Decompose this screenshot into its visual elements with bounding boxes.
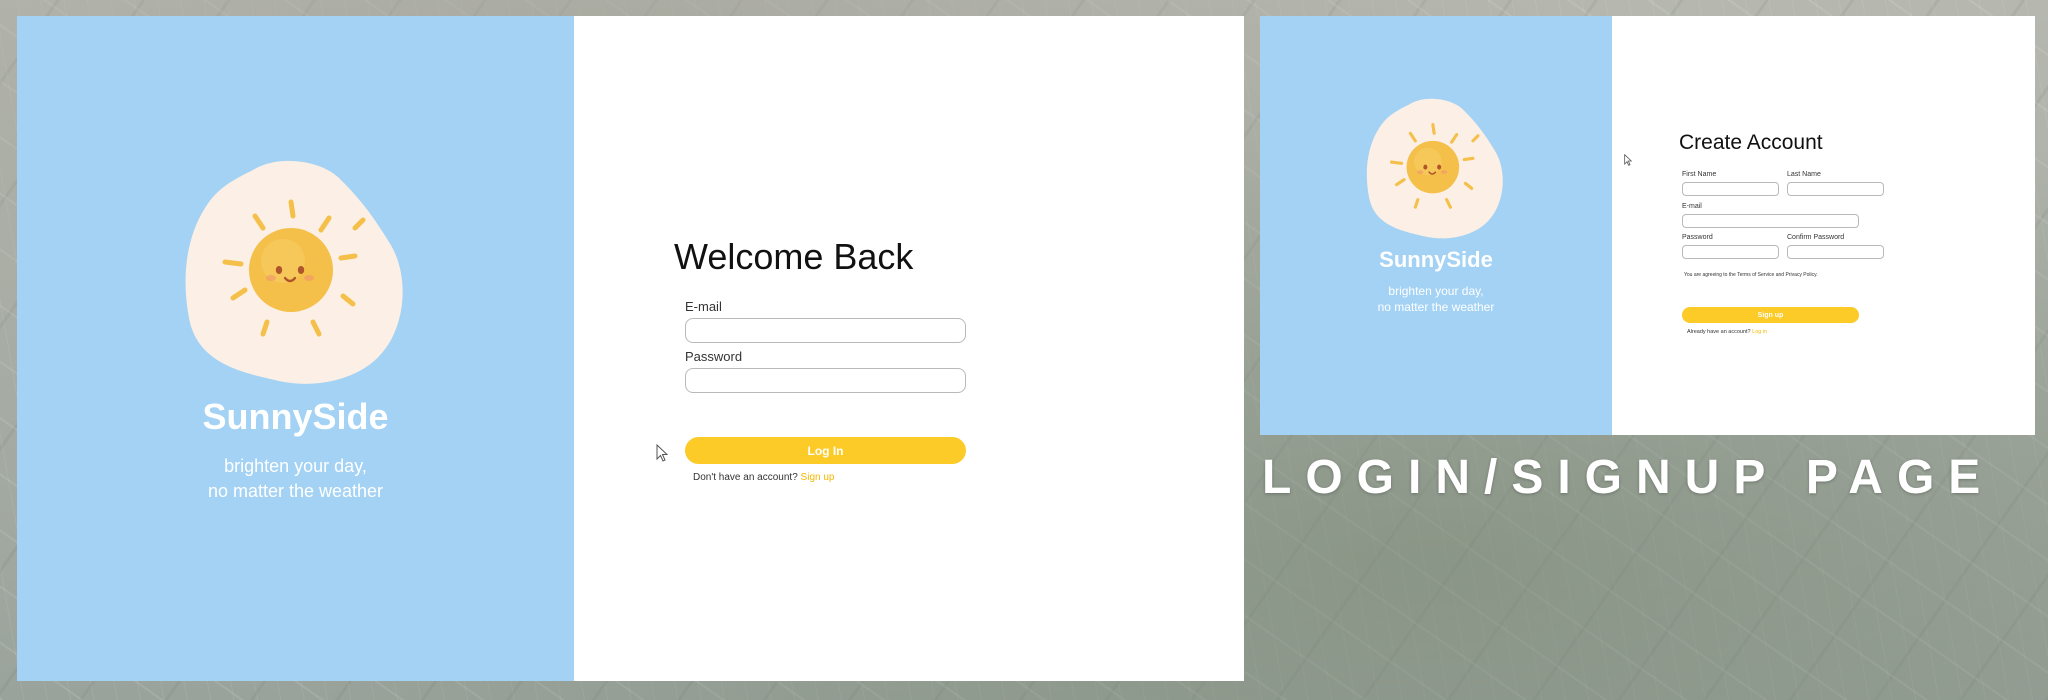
signup-password-label: Password <box>1682 234 1713 241</box>
signup-prompt-text: Don't have an account? <box>693 472 798 483</box>
page-caption: LOGIN/SIGNUP PAGE <box>1262 451 1995 504</box>
login-link[interactable]: Log in <box>1752 329 1767 335</box>
brand-name: SunnySide <box>202 395 389 437</box>
tagline-line-1: brighten your day, <box>224 455 367 476</box>
login-form-panel: Welcome Back E-mail Password Log In Don'… <box>574 16 1244 681</box>
first-name-input[interactable] <box>1682 182 1779 196</box>
brand-name-small: SunnySide <box>1379 246 1493 272</box>
signup-screen: SunnySide brighten your day, no matter t… <box>1260 16 2035 435</box>
sunny-egg-logo-small <box>1366 98 1503 238</box>
tagline-small: brighten your day, no matter the weather <box>1378 283 1495 315</box>
signup-prompt: Don't have an account? Sign up <box>693 472 834 483</box>
email-input[interactable] <box>685 318 966 343</box>
brand-panel: SunnySide brighten your day, no matter t… <box>17 16 574 681</box>
login-button[interactable]: Log In <box>685 437 966 464</box>
confirm-password-input[interactable] <box>1787 245 1884 259</box>
tagline-small-line-2: no matter the weather <box>1377 299 1495 314</box>
signup-email-label: E-mail <box>1682 203 1702 210</box>
email-label: E-mail <box>685 299 722 314</box>
last-name-input[interactable] <box>1787 182 1884 196</box>
brand-panel-small: SunnySide brighten your day, no matter t… <box>1260 16 1612 435</box>
mouse-cursor-icon <box>656 444 668 462</box>
first-name-label: First Name <box>1682 171 1717 178</box>
tagline-small-line-1: brighten your day, <box>1388 283 1484 298</box>
signup-link[interactable]: Sign up <box>801 472 835 483</box>
password-input[interactable] <box>685 368 966 393</box>
signup-email-input[interactable] <box>1682 214 1859 228</box>
login-screen: SunnySide brighten your day, no matter t… <box>17 16 1244 681</box>
password-label: Password <box>685 349 743 364</box>
signup-title: Create Account <box>1679 131 1823 154</box>
confirm-password-label: Confirm Password <box>1787 234 1845 241</box>
terms-text: You are agreeing to the Terms of Service… <box>1684 272 1818 278</box>
mouse-cursor-icon-small <box>1624 154 1632 166</box>
signup-form-panel: Create Account First Name Last Name E-ma… <box>1612 16 2035 435</box>
login-prompt-text: Already have an account? <box>1687 329 1751 335</box>
signup-password-input[interactable] <box>1682 245 1779 259</box>
tagline-line-2: no matter the weather <box>207 480 384 501</box>
tagline: brighten your day, no matter the weather <box>208 454 383 504</box>
signup-button[interactable]: Sign up <box>1682 307 1859 323</box>
login-prompt: Already have an account? Log in <box>1687 329 1767 335</box>
sunny-egg-logo <box>185 160 403 384</box>
login-title: Welcome Back <box>674 236 914 277</box>
last-name-label: Last Name <box>1787 171 1821 178</box>
